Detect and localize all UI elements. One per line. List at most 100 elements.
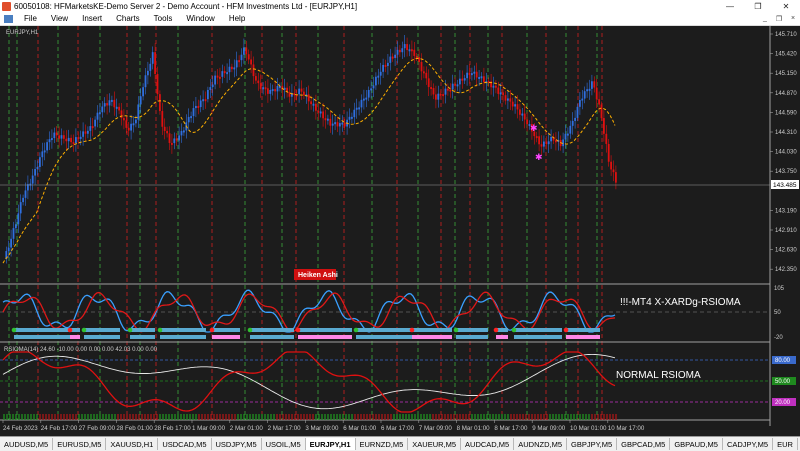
maximize-button[interactable]: ❐ (744, 0, 772, 12)
xard-signal-dot (511, 327, 517, 333)
candle-body (214, 75, 216, 85)
candle-body (329, 118, 332, 126)
candle-body (123, 118, 125, 121)
menu-window[interactable]: Window (179, 14, 221, 23)
candle-body (115, 106, 118, 109)
candle-body (454, 83, 456, 86)
candle-body (94, 119, 96, 127)
app-icon (2, 1, 11, 11)
chart-tabs: AUDUSD,M5 EURUSD,M5 XAUUSD,H1 USDCAD,M5 USDJ… (0, 436, 800, 451)
chart-area[interactable]: ✱ ✱ EURJPY,H1 145.710 145.420 145.150 144.8… (0, 26, 800, 436)
chart-tab-eurusd-m5[interactable]: EURUSD,M5 (53, 438, 107, 450)
menu-file[interactable]: File (17, 14, 44, 23)
candle-body (379, 71, 382, 76)
child-close-button[interactable]: × (786, 15, 800, 22)
candle-body (310, 101, 312, 105)
candle-body (483, 76, 485, 83)
candle-body (382, 64, 384, 72)
candle-body (303, 91, 305, 96)
candle-body (156, 74, 159, 95)
candle-body (413, 49, 416, 56)
candle-body (339, 123, 341, 127)
candle-body (245, 47, 248, 55)
candle-body (108, 100, 111, 106)
candle-body (147, 70, 149, 76)
candle-body (348, 116, 351, 120)
candle-body (468, 72, 471, 75)
xard-bar-lower (160, 335, 206, 339)
chart-tab-cadjpy-m5[interactable]: CADJPY,M5 (723, 438, 774, 450)
chart-tab-usdjpy-m5[interactable]: USDJPY,M5 (212, 438, 262, 450)
chart-tab-usdcad-m5[interactable]: USDCAD,M5 (158, 438, 212, 450)
chart-tab-xaueur-m5[interactable]: XAUEUR,M5 (408, 438, 462, 450)
candle-body (75, 137, 77, 143)
candle-body (415, 55, 418, 58)
candle-body (497, 87, 500, 94)
menu-charts[interactable]: Charts (109, 14, 147, 23)
rsioma-indicator-label: NORMAL RSIOMA (616, 370, 701, 381)
chart-tab-audnzd-m5[interactable]: AUDNZD,M5 (514, 438, 567, 450)
candle-body (353, 109, 356, 118)
chart-tab-eurjpy-h1[interactable]: EURJPY,H1 (305, 438, 356, 450)
child-minimize-button[interactable]: _ (758, 15, 772, 22)
xard-bar-lower (250, 335, 294, 339)
candle-body (211, 84, 214, 88)
xard-signal-dot (11, 327, 17, 333)
candle-body (319, 111, 322, 114)
chart-tab-eur[interactable]: EUR (773, 438, 798, 450)
time-tick-label: 24 Feb 2023 (3, 425, 38, 432)
candle-body (178, 135, 180, 141)
menu-help[interactable]: Help (222, 14, 252, 23)
chart-tab-gbpaud-m5[interactable]: GBPAUD,M5 (670, 438, 723, 450)
menu-tools[interactable]: Tools (147, 14, 180, 23)
close-button[interactable]: ✕ (772, 0, 800, 12)
candle-body (574, 117, 576, 121)
minimize-button[interactable]: — (716, 0, 744, 12)
candle-body (125, 120, 128, 128)
candle-body (360, 99, 363, 108)
candle-body (586, 89, 588, 92)
candle-body (519, 109, 521, 115)
candle-body (216, 75, 219, 78)
chart-tab-audcad-m5[interactable]: AUDCAD,M5 (461, 438, 515, 450)
candle-body (252, 64, 255, 77)
time-tick-label: 24 Feb 17:00 (41, 425, 78, 432)
xard-axis-low: -20 (774, 335, 783, 341)
child-restore-button[interactable]: ❐ (772, 15, 786, 23)
candle-body (444, 88, 447, 95)
xard-bar-lower (356, 335, 412, 339)
candle-body (29, 183, 32, 186)
candle-body (370, 88, 372, 91)
candle-body (271, 89, 274, 92)
candle-body (231, 66, 233, 70)
candle-body (336, 122, 339, 127)
xard-bar-upper (514, 328, 562, 332)
price-tick-label: 144.310 (775, 130, 797, 136)
candle-body (324, 118, 327, 121)
menu-view[interactable]: View (44, 14, 75, 23)
xard-bar-lower (412, 335, 452, 339)
candle-body (322, 111, 324, 119)
buy-marker-icon: ✱ (535, 152, 543, 162)
candle-body (60, 135, 63, 139)
candle-body (588, 88, 591, 91)
candle-body (365, 97, 368, 100)
candle-body (355, 107, 358, 110)
candle-body (55, 132, 58, 136)
candle-body (430, 87, 432, 90)
chart-tab-eurnzd-m5[interactable]: EURNZD,M5 (356, 438, 409, 450)
chart-tab-xauusd-h1[interactable]: XAUUSD,H1 (106, 438, 159, 450)
candle-body (466, 72, 468, 79)
candle-body (142, 87, 144, 97)
candle-body (576, 106, 579, 118)
chart-tab-audusd-m5[interactable]: AUDUSD,M5 (0, 438, 54, 450)
xard-bar-upper (412, 328, 452, 332)
candle-body (99, 112, 101, 115)
candle-body (403, 44, 406, 49)
xard-signal-dot (453, 327, 459, 333)
candle-body (12, 228, 15, 239)
chart-tab-gbpjpy-m5[interactable]: GBPJPY,M5 (567, 438, 618, 450)
chart-tab-usoil-m5[interactable]: USOIL,M5 (262, 438, 306, 450)
chart-tab-gbpcad-m5[interactable]: GBPCAD,M5 (617, 438, 671, 450)
menu-insert[interactable]: Insert (75, 14, 109, 23)
